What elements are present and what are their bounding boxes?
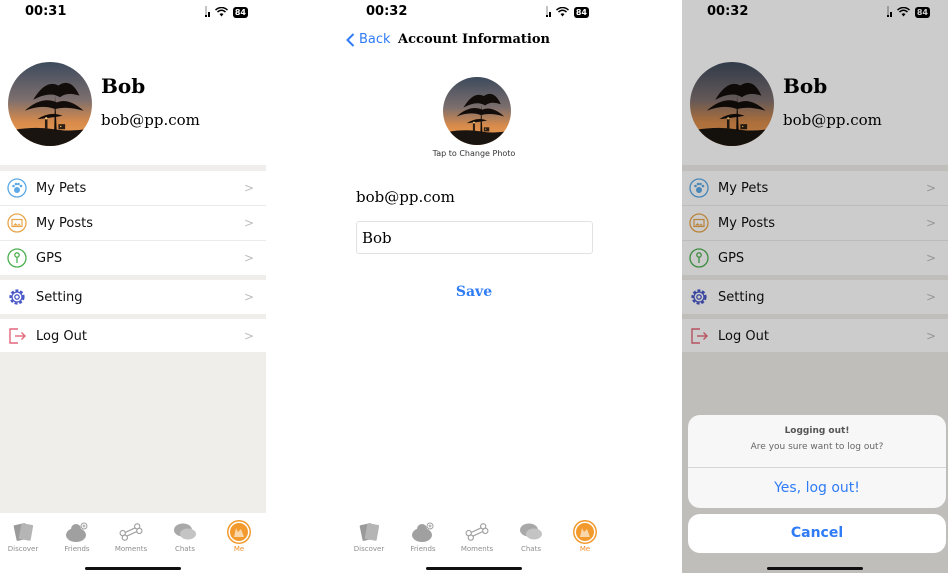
battery-icon: 84 (573, 6, 589, 18)
nav-bar: Account Information Back (341, 28, 607, 54)
wifi-icon (214, 7, 228, 17)
chevron-right-icon: > (243, 216, 254, 230)
home-indicator (426, 567, 522, 570)
save-button[interactable]: Save (341, 284, 607, 300)
friends-icon (400, 519, 446, 545)
alert-title: Logging out! (784, 426, 850, 436)
status-icons: 84 (204, 6, 248, 18)
tab-label: Me (233, 545, 245, 553)
bone-icon (454, 519, 500, 545)
tab-friends[interactable]: Friends (54, 519, 100, 553)
tab-label: Moments (114, 545, 148, 553)
tab-discover[interactable]: Discover (0, 519, 46, 553)
divider (688, 467, 946, 468)
battery-icon: 84 (232, 6, 248, 18)
name-input[interactable] (356, 221, 593, 254)
menu-label: My Pets (36, 180, 87, 196)
tab-label: Discover (353, 545, 385, 553)
tab-chats[interactable]: Chats (508, 519, 554, 553)
chevron-right-icon: > (243, 329, 254, 343)
tab-moments[interactable]: Moments (108, 519, 154, 553)
tab-label: Chats (520, 545, 541, 553)
alert-message: Are you sure want to log out? (750, 442, 884, 452)
logout-action-sheet: Logging out! Are you sure want to log ou… (688, 415, 946, 508)
menu-item-my-pets[interactable]: My Pets > (0, 171, 266, 205)
tab-chats[interactable]: Chats (162, 519, 208, 553)
back-label: Back (359, 32, 391, 47)
status-bar: 00:32 84 (341, 0, 607, 24)
confirm-logout-button[interactable]: Yes, log out! (688, 480, 946, 496)
menu-item-log-out[interactable]: Log Out > (0, 319, 266, 353)
chevron-right-icon: > (243, 181, 254, 195)
friends-icon (54, 519, 100, 545)
home-indicator (85, 567, 181, 570)
tab-label: Friends (410, 545, 436, 553)
menu-label: Setting (36, 289, 83, 305)
dog-avatar-icon (562, 519, 607, 545)
bone-icon (108, 519, 154, 545)
change-photo-hint[interactable]: Tap to Change Photo (341, 149, 607, 158)
image-icon (7, 213, 27, 233)
account-information-screen: 00:32 84 Account Information Back Tap to… (341, 0, 607, 573)
menu-item-setting[interactable]: Setting > (0, 280, 266, 314)
paw-icon (7, 178, 27, 198)
chat-bubbles-icon (162, 519, 208, 545)
logout-icon (7, 326, 27, 346)
cards-icon (0, 519, 46, 545)
tab-bar: Discover Friends Moments Chats Me (341, 513, 607, 573)
home-indicator (767, 567, 863, 570)
tab-discover[interactable]: Discover (346, 519, 392, 553)
tab-label: Discover (7, 545, 39, 553)
tab-moments[interactable]: Moments (454, 519, 500, 553)
profile-email: bob@pp.com (101, 111, 200, 129)
profile-header: Bob bob@pp.com (0, 56, 266, 164)
menu-item-gps[interactable]: GPS > (0, 241, 266, 275)
cancel-button[interactable]: Cancel (688, 514, 946, 553)
wifi-icon (555, 7, 569, 17)
tab-label: Friends (64, 545, 90, 553)
signal-icon (204, 6, 210, 17)
tab-label: Moments (460, 545, 494, 553)
chevron-left-icon (346, 32, 355, 47)
tab-bar: Discover Friends Moments Chats Me (0, 513, 266, 573)
menu-label: My Posts (36, 215, 94, 231)
tab-label: Me (579, 545, 591, 553)
signal-icon (545, 6, 551, 17)
menu-label: GPS (36, 250, 63, 266)
tab-label: Chats (174, 545, 195, 553)
cards-icon (346, 519, 392, 545)
chat-bubbles-icon (508, 519, 554, 545)
tab-me[interactable]: Me (562, 519, 607, 553)
menu-item-my-posts[interactable]: My Posts > (0, 206, 266, 240)
profile-screen: 00:31 84 Bob bob@pp.com My Pets > My Pos… (0, 0, 266, 573)
status-icons: 84 (545, 6, 589, 18)
gear-icon (7, 287, 27, 307)
menu-label: Log Out (36, 328, 87, 344)
status-bar: 00:31 84 (0, 0, 266, 24)
status-time: 00:31 (25, 4, 67, 19)
chevron-right-icon: > (243, 290, 254, 304)
chevron-right-icon: > (243, 251, 254, 265)
avatar[interactable] (8, 62, 92, 146)
back-button[interactable]: Back (346, 32, 391, 47)
logout-confirm-screen: 00:32 84 Bob bob@pp.com My Pets > My Pos… (682, 0, 948, 573)
status-time: 00:32 (366, 4, 408, 19)
profile-name: Bob (101, 74, 146, 98)
tab-me[interactable]: Me (216, 519, 262, 553)
dog-avatar-icon (216, 519, 262, 545)
pin-icon (7, 248, 27, 268)
tab-friends[interactable]: Friends (400, 519, 446, 553)
profile-photo[interactable] (443, 77, 511, 145)
account-email: bob@pp.com (356, 188, 455, 206)
